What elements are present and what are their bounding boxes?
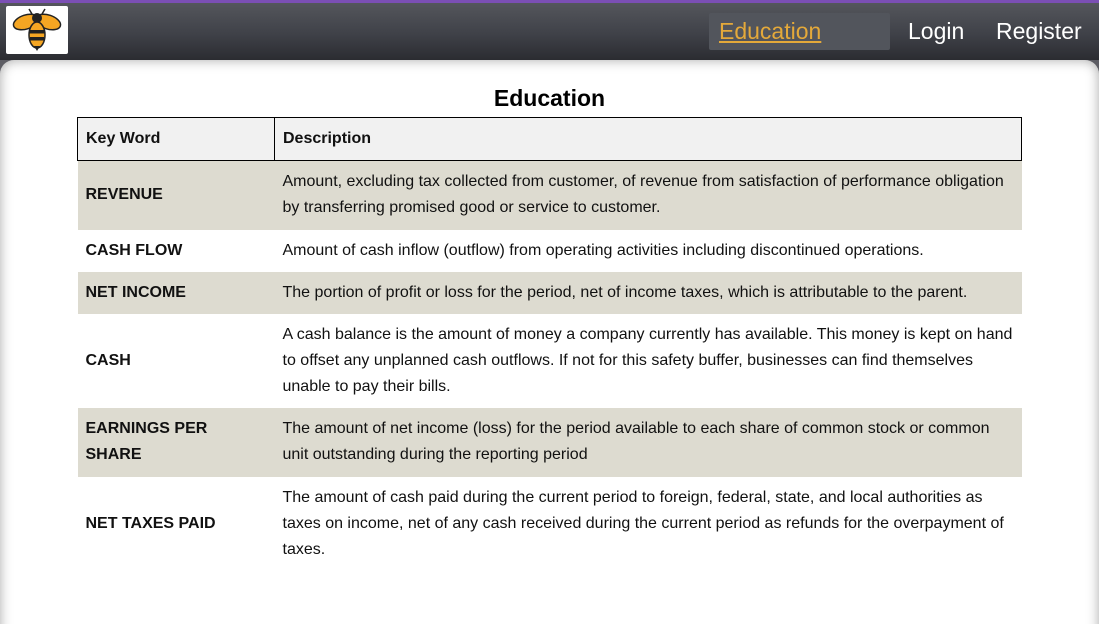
description-cell: The amount of cash paid during the curre… bbox=[282, 488, 1004, 558]
nav-login-link[interactable]: Login bbox=[898, 13, 974, 50]
keyword-cell: CASH FLOW bbox=[85, 241, 183, 259]
table-row: NET TAXES PAID The amount of cash paid d… bbox=[78, 477, 1022, 571]
keyword-cell: NET TAXES PAID bbox=[85, 514, 216, 532]
education-table: Key Word Description REVENUE Amount, exc… bbox=[77, 117, 1022, 571]
table-row: NET INCOME The portion of profit or loss… bbox=[77, 271, 1022, 314]
keyword-cell: REVENUE bbox=[77, 160, 275, 230]
table-row: REVENUE Amount, excluding tax collected … bbox=[77, 160, 1022, 230]
navbar: Education Page Login Register bbox=[0, 0, 1099, 81]
description-cell: The portion of profit or loss for the pe… bbox=[274, 271, 1022, 314]
bee-icon bbox=[12, 8, 62, 51]
nav-register-link[interactable]: Register bbox=[986, 13, 1092, 50]
page-title: Education bbox=[493, 85, 606, 111]
keyword-cell: CASH bbox=[85, 351, 131, 369]
keyword-cell: EARNINGS PER SHARE bbox=[77, 407, 275, 477]
description-cell: A cash balance is the amount of money a … bbox=[282, 325, 1013, 395]
table-header-row: Key Word Description bbox=[77, 117, 1022, 161]
description-cell: The amount of net income (loss) for the … bbox=[274, 407, 1022, 477]
logo[interactable] bbox=[6, 6, 68, 54]
column-header-keyword: Key Word bbox=[77, 117, 275, 161]
keyword-cell: NET INCOME bbox=[77, 271, 275, 314]
column-header-description: Description bbox=[274, 117, 1022, 161]
table-row: CASH FLOW Amount of cash inflow (outflow… bbox=[78, 230, 1022, 272]
table-row: CASH A cash balance is the amount of mon… bbox=[78, 314, 1022, 408]
description-cell: Amount, excluding tax collected from cus… bbox=[274, 160, 1022, 230]
table-row: EARNINGS PER SHARE The amount of net inc… bbox=[77, 407, 1022, 477]
description-cell: Amount of cash inflow (outflow) from ope… bbox=[282, 241, 924, 259]
nav-education-link[interactable]: Education Page bbox=[709, 13, 890, 81]
